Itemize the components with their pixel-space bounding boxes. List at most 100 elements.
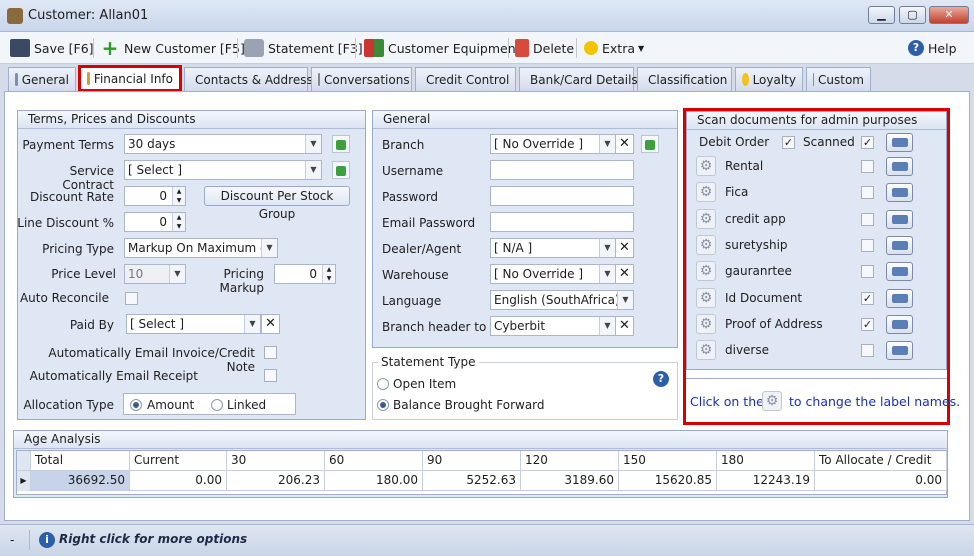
delete-button[interactable]: Delete xyxy=(515,37,574,59)
table-cell[interactable]: 0.00 xyxy=(130,471,227,491)
scan-document-checkbox[interactable] xyxy=(861,212,874,226)
table-cell[interactable]: 5252.63 xyxy=(423,471,521,491)
alloc-amount-radio[interactable] xyxy=(130,399,142,411)
add-service-contract-button[interactable] xyxy=(332,161,350,179)
maximize-button[interactable]: ▢ xyxy=(899,6,926,24)
alloc-linked-radio[interactable] xyxy=(211,399,223,411)
spinner-icon[interactable]: ▲ ▼ xyxy=(172,213,185,231)
chevron-down-icon[interactable]: ▼ xyxy=(599,317,615,335)
extra-menu-button[interactable]: Extra ▼ xyxy=(584,37,644,59)
tab-credit-control[interactable]: Credit Control xyxy=(415,67,516,91)
add-payment-terms-button[interactable] xyxy=(332,135,350,153)
column-header[interactable]: 180 xyxy=(717,451,815,471)
scan-document-checkbox[interactable]: ✓ xyxy=(861,317,874,331)
table-cell[interactable]: 206.23 xyxy=(227,471,325,491)
close-button[interactable]: ✕ xyxy=(929,6,969,24)
scanner-icon[interactable] xyxy=(886,262,913,282)
pricing-type-select[interactable]: Markup On Maximum of ... ▼ xyxy=(124,238,278,258)
payment-terms-select[interactable]: 30 days ▼ xyxy=(124,134,322,154)
help-icon[interactable]: ? xyxy=(653,371,669,387)
column-header[interactable]: 150 xyxy=(619,451,717,471)
gear-icon[interactable]: ⚙ xyxy=(696,182,716,203)
scan-document-checkbox[interactable] xyxy=(861,160,874,173)
auto-reconcile-checkbox[interactable] xyxy=(125,292,138,305)
tab-general[interactable]: General xyxy=(8,67,76,91)
clear-dealer-button[interactable]: ✕ xyxy=(615,238,634,258)
column-header[interactable]: 90 xyxy=(423,451,521,471)
gear-icon[interactable]: ⚙ xyxy=(696,340,716,361)
add-branch-button[interactable] xyxy=(641,135,659,153)
gear-icon[interactable]: ⚙ xyxy=(696,156,716,176)
column-header[interactable]: To Allocate / Credit xyxy=(815,451,947,471)
username-input[interactable] xyxy=(490,160,634,180)
scan-document-checkbox[interactable] xyxy=(861,238,874,252)
line-discount-input[interactable]: 0 ▲ ▼ xyxy=(124,212,186,232)
warehouse-select[interactable]: [ No Override ] ▼ xyxy=(490,264,616,284)
table-cell[interactable]: 12243.19 xyxy=(717,471,815,491)
column-header[interactable]: 60 xyxy=(325,451,423,471)
column-header[interactable]: 120 xyxy=(521,451,619,471)
column-header[interactable]: 30 xyxy=(227,451,325,471)
scanner-icon[interactable] xyxy=(886,288,913,308)
scan-document-checkbox[interactable] xyxy=(861,344,874,358)
auto-email-receipt-checkbox[interactable] xyxy=(264,369,277,382)
spinner-icon[interactable]: ▲ ▼ xyxy=(322,265,335,283)
branch-header-select[interactable]: Cyberbit ▼ xyxy=(490,316,616,336)
help-button[interactable]: ? Help xyxy=(908,37,957,59)
clear-paid-by-button[interactable]: ✕ xyxy=(261,314,280,334)
scanner-icon[interactable] xyxy=(886,209,913,229)
scanner-icon[interactable] xyxy=(886,341,913,361)
open-item-radio[interactable] xyxy=(377,378,389,390)
debit-order-scanned-checkbox[interactable]: ✓ xyxy=(861,136,874,149)
scanner-icon[interactable] xyxy=(886,157,913,176)
dealer-select[interactable]: [ N/A ] ▼ xyxy=(490,238,616,258)
gear-icon[interactable]: ⚙ xyxy=(696,313,716,334)
paid-by-select[interactable]: [ Select ] ▼ xyxy=(126,314,261,334)
spinner-icon[interactable]: ▲ ▼ xyxy=(172,187,185,205)
table-cell[interactable]: 3189.60 xyxy=(521,471,619,491)
scan-document-checkbox[interactable] xyxy=(861,186,874,200)
language-select[interactable]: English (SouthAfrica) ▼ xyxy=(490,290,634,310)
scan-document-checkbox[interactable] xyxy=(861,265,874,279)
table-cell[interactable]: 180.00 xyxy=(325,471,423,491)
chevron-down-icon[interactable]: ▼ xyxy=(261,239,277,257)
service-contract-select[interactable]: [ Select ] ▼ xyxy=(124,160,322,180)
minimize-button[interactable]: ▁ xyxy=(868,6,895,24)
new-customer-button[interactable]: + New Customer [F5] xyxy=(100,37,245,59)
discount-rate-input[interactable]: 0 ▲ ▼ xyxy=(124,186,186,206)
column-header[interactable]: Total xyxy=(31,451,130,471)
chevron-down-icon[interactable]: ▼ xyxy=(617,291,633,309)
pricing-markup-input[interactable]: 0 ▲ ▼ xyxy=(274,264,336,284)
debit-order-checkbox[interactable]: ✓ xyxy=(782,136,795,149)
gear-icon[interactable]: ⚙ xyxy=(696,287,716,308)
chevron-down-icon[interactable]: ▼ xyxy=(599,239,615,257)
chevron-down-icon[interactable]: ▼ xyxy=(169,265,185,283)
chevron-down-icon[interactable]: ▼ xyxy=(599,265,615,283)
chevron-down-icon[interactable]: ▼ xyxy=(305,135,321,153)
tab-classification[interactable]: Classification xyxy=(637,67,732,91)
tab-conversations[interactable]: Conversations xyxy=(311,67,412,91)
clear-branch-header-button[interactable]: ✕ xyxy=(615,316,634,336)
scanner-icon[interactable] xyxy=(886,133,913,152)
discount-per-stock-group-button[interactable]: Discount Per Stock Group xyxy=(204,186,350,221)
password-input[interactable] xyxy=(490,186,634,206)
gear-icon[interactable]: ⚙ xyxy=(696,261,716,282)
save-button[interactable]: Save [F6] xyxy=(10,37,94,59)
chevron-down-icon[interactable]: ▼ xyxy=(244,315,260,333)
tab-loyalty[interactable]: Loyalty xyxy=(735,67,803,91)
customer-equipment-button[interactable]: Customer Equipment xyxy=(364,37,521,59)
chevron-down-icon[interactable]: ▼ xyxy=(599,135,615,153)
scan-document-checkbox[interactable]: ✓ xyxy=(861,291,874,305)
balance-bf-radio[interactable] xyxy=(377,399,389,411)
tab-bank-card-details[interactable]: Bank/Card Details xyxy=(519,67,638,91)
price-level-select[interactable]: 10 ▼ xyxy=(124,264,186,284)
table-cell[interactable]: 15620.85 xyxy=(619,471,717,491)
statement-button[interactable]: Statement [F3] xyxy=(244,37,363,59)
gear-icon[interactable]: ⚙ xyxy=(696,234,716,255)
gear-icon[interactable]: ⚙ xyxy=(696,208,716,229)
table-cell[interactable]: 36692.50 xyxy=(31,471,130,491)
chevron-down-icon[interactable]: ▼ xyxy=(305,161,321,179)
clear-branch-button[interactable]: ✕ xyxy=(615,134,634,154)
table-cell[interactable]: 0.00 xyxy=(815,471,947,491)
column-header[interactable]: Current xyxy=(130,451,227,471)
